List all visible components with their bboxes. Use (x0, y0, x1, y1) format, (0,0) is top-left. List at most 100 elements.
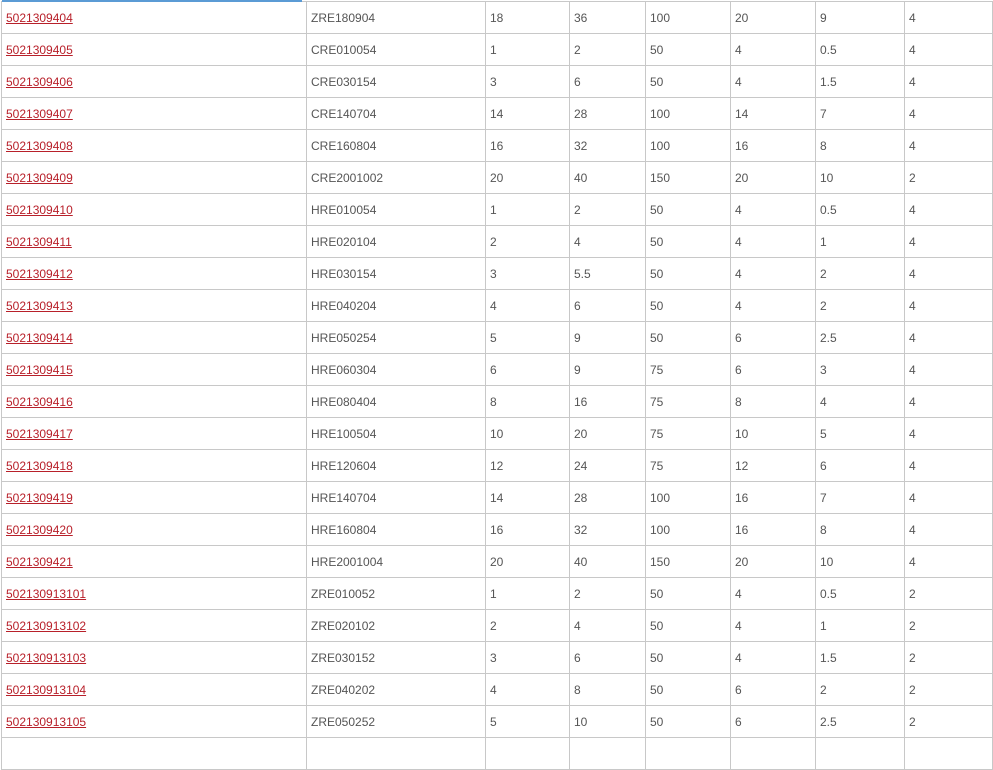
table-row: 502130913103 ZRE030152 3 6 50 4 1.5 2 (1, 641, 993, 674)
value-cell-2: 40 (569, 161, 646, 194)
value-cell-4: 20 (730, 545, 816, 578)
part-number-link[interactable]: 5021309421 (6, 555, 73, 569)
part-number-cell (1, 737, 307, 770)
value-cell-6: 4 (904, 417, 993, 450)
value-cell-2: 8 (569, 673, 646, 706)
model-cell: HRE030154 (306, 257, 486, 290)
value-cell-1: 1 (485, 33, 570, 66)
part-number-link[interactable]: 5021309411 (6, 235, 72, 249)
table-row: 5021309413 HRE040204 4 6 50 4 2 4 (1, 289, 993, 322)
value-cell-5: 1.5 (815, 641, 905, 674)
value-cell-5: 0.5 (815, 193, 905, 226)
value-cell-2: 16 (569, 385, 646, 418)
part-number-link[interactable]: 5021309417 (6, 427, 73, 441)
part-number-link[interactable]: 5021309414 (6, 331, 73, 345)
value-cell-4: 4 (730, 33, 816, 66)
value-cell-3: 100 (645, 513, 731, 546)
value-cell-4 (730, 737, 816, 770)
model-cell: HRE020104 (306, 225, 486, 258)
value-cell-2: 4 (569, 609, 646, 642)
value-cell-1: 8 (485, 385, 570, 418)
part-number-link[interactable]: 502130913103 (6, 651, 86, 665)
value-cell-6: 2 (904, 673, 993, 706)
value-cell-2: 32 (569, 513, 646, 546)
value-cell-1: 14 (485, 481, 570, 514)
value-cell-4: 6 (730, 705, 816, 738)
value-cell-3: 100 (645, 97, 731, 130)
value-cell-4: 6 (730, 673, 816, 706)
part-number-link[interactable]: 5021309406 (6, 75, 73, 89)
value-cell-6: 4 (904, 225, 993, 258)
part-number-link[interactable]: 5021309405 (6, 43, 73, 57)
part-number-link[interactable]: 5021309419 (6, 491, 73, 505)
value-cell-6: 4 (904, 97, 993, 130)
value-cell-5: 10 (815, 545, 905, 578)
part-number-cell: 5021309420 (1, 513, 307, 546)
model-cell: CRE010054 (306, 33, 486, 66)
value-cell-6: 4 (904, 1, 993, 34)
value-cell-4: 10 (730, 417, 816, 450)
part-number-link[interactable]: 5021309416 (6, 395, 73, 409)
value-cell-1: 5 (485, 321, 570, 354)
value-cell-3: 100 (645, 481, 731, 514)
value-cell-3 (645, 737, 731, 770)
table-row: 5021309408 CRE160804 16 32 100 16 8 4 (1, 129, 993, 162)
part-number-link[interactable]: 5021309409 (6, 171, 73, 185)
value-cell-2: 2 (569, 577, 646, 610)
value-cell-3: 50 (645, 577, 731, 610)
value-cell-4: 14 (730, 97, 816, 130)
part-number-link[interactable]: 5021309418 (6, 459, 73, 473)
part-number-cell: 502130913105 (1, 705, 307, 738)
value-cell-1: 12 (485, 449, 570, 482)
table-row: 5021309420 HRE160804 16 32 100 16 8 4 (1, 513, 993, 546)
part-number-link[interactable]: 502130913105 (6, 715, 86, 729)
model-cell: ZRE180904 (306, 1, 486, 34)
model-cell: HRE160804 (306, 513, 486, 546)
value-cell-5: 3 (815, 353, 905, 386)
value-cell-6: 2 (904, 577, 993, 610)
value-cell-4: 4 (730, 641, 816, 674)
model-cell (306, 737, 486, 770)
value-cell-3: 50 (645, 705, 731, 738)
value-cell-5: 2.5 (815, 705, 905, 738)
value-cell-6: 2 (904, 609, 993, 642)
product-spec-table: 5021309404 ZRE180904 18 36 100 20 9 4 50… (1, 1, 993, 770)
part-number-link[interactable]: 5021309407 (6, 107, 73, 121)
value-cell-1: 4 (485, 289, 570, 322)
value-cell-2: 28 (569, 97, 646, 130)
value-cell-4: 16 (730, 481, 816, 514)
table-row: 5021309417 HRE100504 10 20 75 10 5 4 (1, 417, 993, 450)
part-number-link[interactable]: 502130913102 (6, 619, 86, 633)
value-cell-1: 3 (485, 65, 570, 98)
model-cell: CRE160804 (306, 129, 486, 162)
value-cell-5: 1 (815, 225, 905, 258)
value-cell-1: 1 (485, 193, 570, 226)
value-cell-6: 4 (904, 193, 993, 226)
part-number-link[interactable]: 5021309408 (6, 139, 73, 153)
value-cell-4: 12 (730, 449, 816, 482)
value-cell-1: 2 (485, 225, 570, 258)
table-row: 5021309405 CRE010054 1 2 50 4 0.5 4 (1, 33, 993, 66)
model-cell: ZRE010052 (306, 577, 486, 610)
part-number-link[interactable]: 5021309413 (6, 299, 73, 313)
value-cell-6: 2 (904, 641, 993, 674)
part-number-link[interactable]: 5021309404 (6, 11, 73, 25)
part-number-link[interactable]: 502130913104 (6, 683, 86, 697)
part-number-cell: 5021309412 (1, 257, 307, 290)
value-cell-3: 50 (645, 225, 731, 258)
model-cell: HRE100504 (306, 417, 486, 450)
part-number-link[interactable]: 502130913101 (6, 587, 86, 601)
part-number-link[interactable]: 5021309415 (6, 363, 73, 377)
value-cell-6 (904, 737, 993, 770)
focus-accent-line (2, 0, 302, 2)
model-cell: CRE030154 (306, 65, 486, 98)
value-cell-4: 8 (730, 385, 816, 418)
part-number-cell: 5021309409 (1, 161, 307, 194)
table-row: 5021309410 HRE010054 1 2 50 4 0.5 4 (1, 193, 993, 226)
value-cell-3: 50 (645, 289, 731, 322)
model-cell: HRE050254 (306, 321, 486, 354)
part-number-link[interactable]: 5021309420 (6, 523, 73, 537)
part-number-link[interactable]: 5021309410 (6, 203, 73, 217)
value-cell-1: 2 (485, 609, 570, 642)
part-number-link[interactable]: 5021309412 (6, 267, 73, 281)
